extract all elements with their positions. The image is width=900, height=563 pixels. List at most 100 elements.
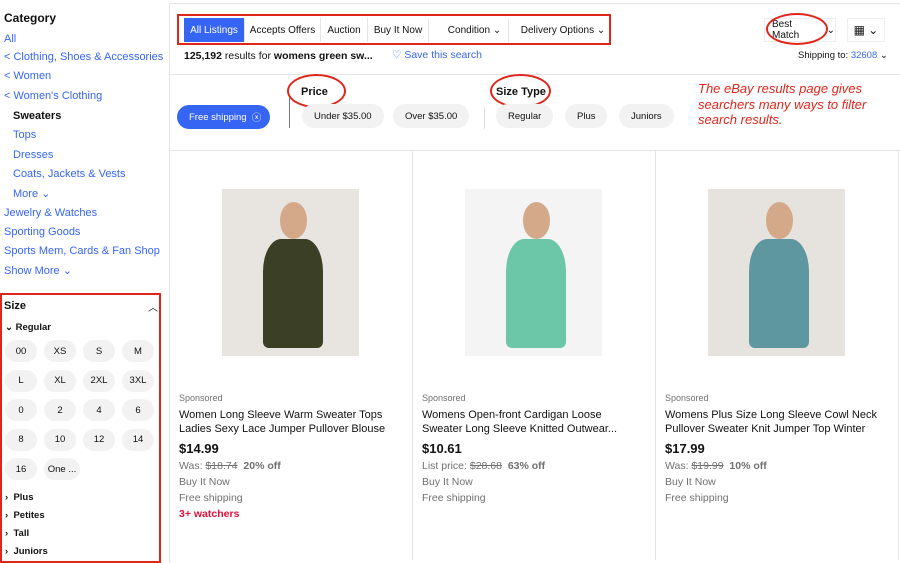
sweater-shape	[263, 239, 324, 348]
category-sports-mem[interactable]: Sports Mem, Cards & Fan Shop	[4, 245, 160, 257]
divider	[484, 107, 485, 129]
product-card[interactable]: Sponsored Women Long Sleeve Warm Sweater…	[170, 150, 413, 560]
product-price: $17.99	[665, 441, 705, 456]
product-title[interactable]: Women Long Sleeve Warm Sweater Tops Ladi…	[179, 408, 401, 436]
size-option[interactable]: One ...	[44, 458, 80, 480]
tab-auction[interactable]: Auction	[321, 18, 368, 42]
tab-accepts-offers[interactable]: Accepts Offers	[245, 18, 321, 42]
size-option[interactable]: XS	[44, 340, 76, 362]
size-option[interactable]: 10	[44, 428, 76, 451]
free-shipping-chip[interactable]: Free shipping ⓧ	[177, 105, 270, 129]
size-group-plus[interactable]: › Plus	[5, 489, 48, 507]
category-coats[interactable]: Coats, Jackets & Vests	[13, 168, 126, 180]
was-price: Was: $18.74 20% off	[179, 460, 281, 472]
category-womens-clothing[interactable]: < Women's Clothing	[4, 90, 102, 102]
sponsored-label: Sponsored	[665, 393, 709, 403]
original-price: $18.74	[205, 460, 238, 472]
size-option[interactable]: 6	[122, 399, 154, 421]
buying-format: Buy It Now	[179, 476, 230, 488]
heart-icon: ♡	[392, 49, 402, 61]
shipping-info: Free shipping	[665, 492, 729, 504]
category-all[interactable]: All	[4, 33, 16, 45]
product-image[interactable]	[708, 189, 845, 356]
size-option[interactable]: 4	[83, 399, 115, 421]
buying-format: Buy It Now	[665, 476, 716, 488]
was-label: List price:	[422, 460, 470, 472]
price-highlight	[287, 74, 346, 108]
size-type-plus[interactable]: Plus	[565, 104, 608, 128]
group-label: Tall	[13, 528, 30, 539]
size-option[interactable]: 2	[44, 399, 76, 421]
category-tops[interactable]: Tops	[13, 129, 36, 141]
regular-label: Regular	[15, 322, 51, 333]
size-option[interactable]: 16	[5, 458, 37, 480]
category-sweaters: Sweaters	[13, 110, 62, 122]
results-text: results for	[221, 50, 274, 62]
shipping-label: Shipping to:	[798, 50, 849, 61]
tab-buy-it-now[interactable]: Buy It Now	[368, 18, 429, 42]
original-price: $19.99	[691, 460, 724, 472]
condition-label: Condition	[447, 24, 491, 36]
chevron-up-icon[interactable]: ︿	[148, 299, 158, 314]
size-heading[interactable]: Size	[4, 300, 26, 312]
size-group-petites[interactable]: › Petites	[5, 507, 48, 525]
shipping-info: Free shipping	[179, 492, 243, 504]
size-option[interactable]: S	[83, 340, 115, 362]
category-heading: Category	[4, 11, 57, 25]
grid-icon: ▦	[853, 23, 865, 37]
product-title[interactable]: Womens Open-front Cardigan Loose Sweater…	[422, 408, 644, 436]
size-option[interactable]: 14	[122, 428, 154, 451]
size-option[interactable]: 0	[5, 399, 37, 421]
product-card[interactable]: Sponsored Womens Plus Size Long Sleeve C…	[656, 150, 899, 560]
save-search-label: Save this search	[404, 49, 482, 61]
shipping-to[interactable]: Shipping to: 32608 ⌄	[798, 50, 888, 61]
sweater-shape	[749, 239, 810, 348]
size-option[interactable]: 00	[5, 340, 37, 362]
was-label: Was:	[179, 460, 206, 472]
view-toggle[interactable]: ▦ ⌄	[847, 18, 885, 42]
condition-dropdown[interactable]: Condition ⌄	[441, 18, 509, 42]
model-head	[279, 202, 307, 240]
divider	[289, 96, 290, 128]
discount: 63% off	[507, 460, 546, 472]
category-women[interactable]: < Women	[4, 70, 51, 82]
original-price: $28.68	[469, 460, 502, 472]
sponsored-label: Sponsored	[422, 393, 466, 403]
size-group-juniors[interactable]: › Juniors	[5, 543, 48, 561]
product-price: $14.99	[179, 441, 219, 456]
product-card[interactable]: Sponsored Womens Open-front Cardigan Loo…	[413, 150, 656, 560]
close-icon[interactable]: ⓧ	[252, 110, 262, 124]
size-option[interactable]: 12	[83, 428, 115, 451]
size-option[interactable]: 2XL	[83, 369, 115, 392]
size-type-juniors[interactable]: Juniors	[619, 104, 674, 128]
size-option[interactable]: M	[122, 340, 154, 362]
product-title[interactable]: Womens Plus Size Long Sleeve Cowl Neck P…	[665, 408, 887, 436]
show-more[interactable]: Show More ⌄	[4, 264, 72, 277]
delivery-options-dropdown[interactable]: Delivery Options ⌄	[517, 18, 609, 42]
category-more[interactable]: More ⌄	[13, 187, 50, 200]
price-over-35[interactable]: Over $35.00	[393, 104, 470, 128]
size-option[interactable]: L	[5, 369, 37, 392]
divider	[170, 74, 900, 75]
category-jewelry[interactable]: Jewelry & Watches	[4, 207, 97, 219]
was-price: Was: $19.99 10% off	[665, 460, 767, 472]
free-shipping-label: Free shipping	[189, 111, 247, 123]
sweater-shape	[506, 239, 567, 348]
product-image[interactable]	[465, 189, 602, 356]
save-search-link[interactable]: ♡ Save this search	[392, 49, 482, 61]
category-clothing[interactable]: < Clothing, Shoes & Accessories	[4, 51, 163, 63]
size-group-tall[interactable]: › Tall	[5, 525, 48, 543]
results-count: 125,192	[184, 50, 222, 62]
category-sporting[interactable]: Sporting Goods	[4, 226, 80, 238]
size-option[interactable]: 8	[5, 428, 37, 451]
tab-all-listings[interactable]: All Listings	[184, 18, 245, 42]
size-type-highlight	[490, 74, 551, 108]
category-dresses[interactable]: Dresses	[13, 149, 53, 161]
size-option[interactable]: XL	[44, 369, 76, 392]
size-option[interactable]: 3XL	[122, 369, 154, 392]
product-image[interactable]	[222, 189, 359, 356]
price-under-35[interactable]: Under $35.00	[302, 104, 384, 128]
size-regular-group[interactable]: ⌄ Regular	[5, 322, 51, 333]
size-type-regular[interactable]: Regular	[496, 104, 554, 128]
product-price: $10.61	[422, 441, 462, 456]
